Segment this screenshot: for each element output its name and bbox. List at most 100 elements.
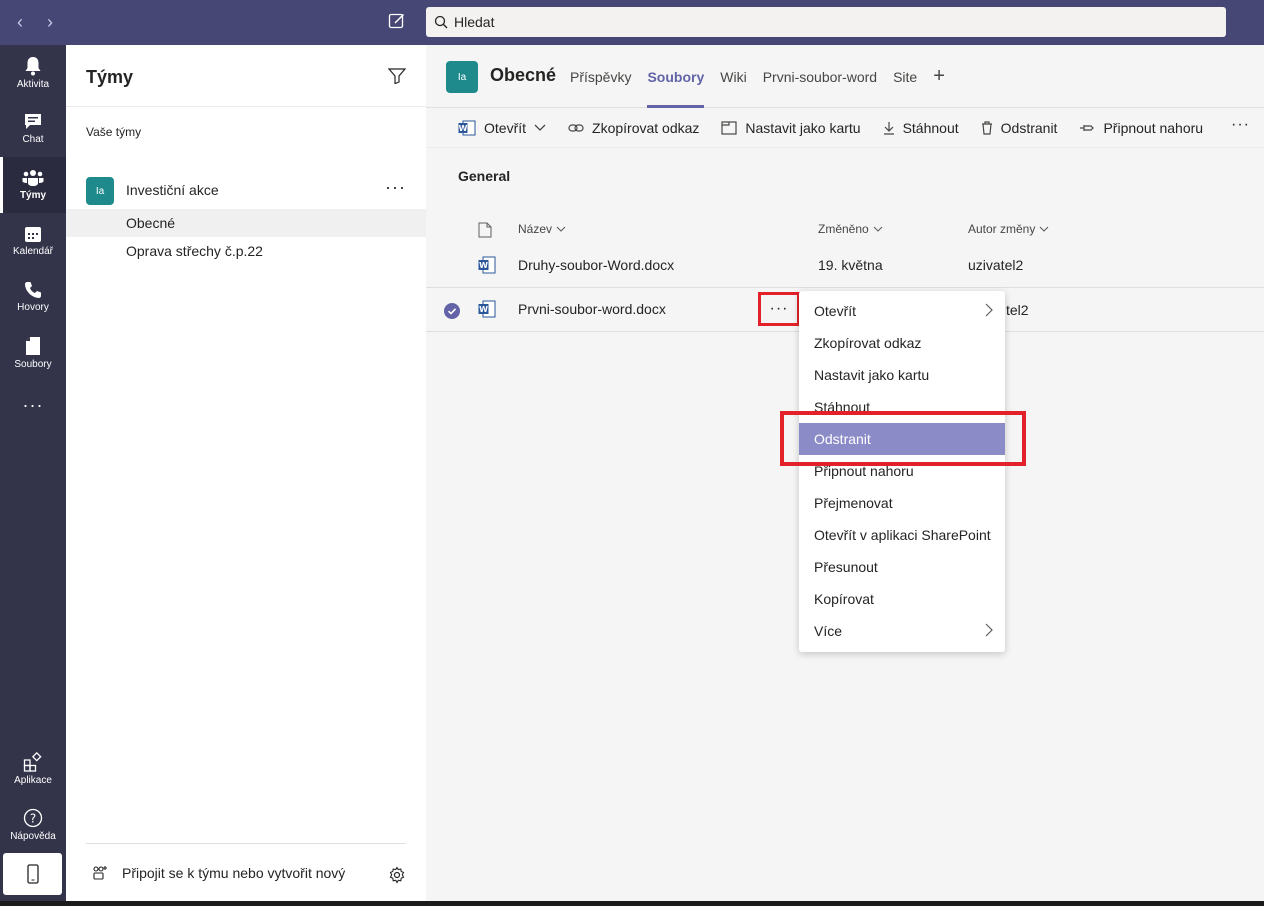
search-box[interactable]: Hledat — [426, 7, 1226, 37]
menu-item-more[interactable]: Více — [799, 615, 1005, 647]
rail-item-teams[interactable]: Týmy — [0, 157, 66, 213]
rail-item-apps[interactable]: Aplikace — [0, 741, 66, 797]
mobile-phone-icon — [26, 864, 39, 884]
panel-title: Týmy — [86, 67, 134, 87]
bottom-strip — [0, 901, 1264, 906]
svg-text:W: W — [459, 124, 468, 133]
file-author: uzivatel2 — [968, 257, 1024, 273]
team-avatar: Ia — [86, 177, 114, 205]
add-tab-button[interactable]: + — [933, 45, 945, 108]
filter-icon[interactable] — [387, 68, 407, 87]
file-modified: 19. května — [818, 257, 883, 273]
row-more-options-button[interactable]: ··· — [758, 292, 800, 326]
svg-text:W: W — [479, 261, 488, 270]
word-document-icon: W — [478, 256, 496, 277]
file-name[interactable]: Prvni-soubor-word.docx — [518, 301, 666, 317]
toolbar-open-button[interactable]: W Otevřít — [458, 120, 546, 136]
column-header-author[interactable]: Autor změny — [968, 222, 1049, 236]
team-item[interactable]: Ia Investiční akce ··· — [66, 175, 426, 207]
bell-icon — [25, 57, 41, 76]
trash-icon — [981, 120, 992, 135]
menu-item-move[interactable]: Přesunout — [799, 551, 1005, 583]
channel-item-oprava[interactable]: Oprava střechy č.p.22 — [66, 237, 426, 265]
chevron-right-icon — [985, 623, 993, 637]
rail-item-activity[interactable]: Aktivita — [0, 45, 66, 101]
tab-files[interactable]: Soubory — [647, 45, 704, 108]
checkmark-icon[interactable] — [444, 303, 460, 319]
chevron-down-icon — [1039, 226, 1049, 232]
menu-item-copy[interactable]: Kopírovat — [799, 583, 1005, 615]
channel-header: Ia Obecné Příspěvky Soubory Wiki Prvni-s… — [426, 45, 1264, 108]
tab-site[interactable]: Site — [893, 45, 917, 108]
files-toolbar: W Otevřít Zkopírovat odkaz Nastavit jako… — [426, 108, 1264, 148]
rail-more-button[interactable]: ··· — [0, 395, 66, 416]
join-team-icon — [93, 866, 107, 880]
column-header-name[interactable]: Název — [518, 222, 566, 236]
toolbar-more-button[interactable]: ··· — [1231, 116, 1250, 134]
toolbar-copy-link-button[interactable]: Zkopírovat odkaz — [568, 120, 699, 136]
compose-icon[interactable] — [388, 12, 408, 32]
join-or-create-team-button[interactable]: Připojit se k týmu nebo vytvořit nový — [92, 865, 345, 881]
rail-item-calls[interactable]: Hovory — [0, 269, 66, 325]
channel-item-obecne[interactable]: Obecné — [66, 209, 426, 237]
toolbar-download-button[interactable]: Stáhnout — [883, 120, 959, 136]
menu-item-download[interactable]: Stáhnout — [799, 391, 1005, 423]
search-input[interactable]: Hledat — [454, 14, 494, 30]
word-document-icon: W — [478, 300, 496, 321]
tab-posts[interactable]: Příspěvky — [570, 45, 631, 108]
menu-item-delete[interactable]: Odstranit — [799, 423, 1005, 455]
channel-avatar: Ia — [446, 61, 478, 93]
gear-icon[interactable] — [388, 866, 406, 887]
chevron-right-icon — [985, 303, 993, 317]
file-author-partial: tel2 — [1006, 302, 1029, 318]
chevron-down-icon — [873, 226, 883, 232]
rail-item-calendar[interactable]: Kalendář — [0, 213, 66, 269]
chat-icon — [25, 114, 41, 129]
rail-item-chat[interactable]: Chat — [0, 101, 66, 157]
channel-title: Obecné — [490, 65, 557, 85]
back-arrow-icon[interactable]: ‹ — [12, 12, 28, 33]
tab-prvni-soubor-word[interactable]: Prvni-soubor-word — [763, 45, 877, 108]
toolbar-set-tab-button[interactable]: Nastavit jako kartu — [721, 120, 861, 136]
menu-item-pin[interactable]: Připnout nahoru — [799, 455, 1005, 487]
menu-item-set-tab[interactable]: Nastavit jako kartu — [799, 359, 1005, 391]
menu-item-rename[interactable]: Přejmenovat — [799, 487, 1005, 519]
context-menu: Otevřít Zkopírovat odkaz Nastavit jako k… — [799, 291, 1005, 652]
search-icon — [434, 15, 448, 29]
team-name: Investiční akce — [126, 182, 219, 198]
tab-icon — [721, 120, 738, 135]
file-name[interactable]: Druhy-soubor-Word.docx — [518, 257, 674, 273]
tab-wiki[interactable]: Wiki — [720, 45, 746, 108]
mobile-download-button[interactable] — [3, 853, 62, 895]
help-icon: ? — [23, 808, 43, 828]
table-row[interactable]: W Druhy-soubor-Word.docx 19. května uziv… — [426, 244, 1264, 288]
link-icon — [568, 123, 584, 132]
chevron-down-icon — [556, 226, 566, 232]
svg-text:?: ? — [30, 812, 36, 826]
folder-title: General — [458, 168, 511, 184]
column-header-modified[interactable]: Změněno — [818, 222, 883, 236]
rail-item-files[interactable]: Soubory — [0, 325, 66, 381]
file-type-column-icon[interactable] — [478, 222, 492, 238]
menu-item-copy-link[interactable]: Zkopírovat odkaz — [799, 327, 1005, 359]
file-icon — [26, 337, 40, 355]
join-team-label: Připojit se k týmu nebo vytvořit nový — [122, 865, 346, 881]
menu-item-open[interactable]: Otevřít — [799, 295, 1005, 327]
svg-text:W: W — [479, 305, 488, 314]
phone-icon — [25, 282, 41, 298]
top-bar: ‹ › Hledat — [0, 0, 1264, 45]
teams-panel: Týmy Vaše týmy Ia Investiční akce ··· Ob… — [66, 45, 426, 901]
rail-item-help[interactable]: ? Nápověda — [0, 797, 66, 853]
toolbar-pin-button[interactable]: Připnout nahoru — [1079, 120, 1203, 136]
channel-tabs: Příspěvky Soubory Wiki Prvni-soubor-word… — [570, 45, 945, 108]
menu-item-open-sharepoint[interactable]: Otevřít v aplikaci SharePoint — [799, 519, 1005, 551]
pin-icon — [1080, 124, 1095, 131]
bottom-divider — [86, 843, 406, 844]
your-teams-label: Vaše týmy — [86, 125, 142, 139]
download-icon — [883, 121, 894, 135]
chevron-down-icon — [534, 124, 546, 131]
forward-arrow-icon[interactable]: › — [42, 12, 58, 33]
apps-icon — [23, 752, 42, 772]
team-more-options-button[interactable]: ··· — [385, 177, 406, 198]
toolbar-delete-button[interactable]: Odstranit — [981, 120, 1057, 136]
